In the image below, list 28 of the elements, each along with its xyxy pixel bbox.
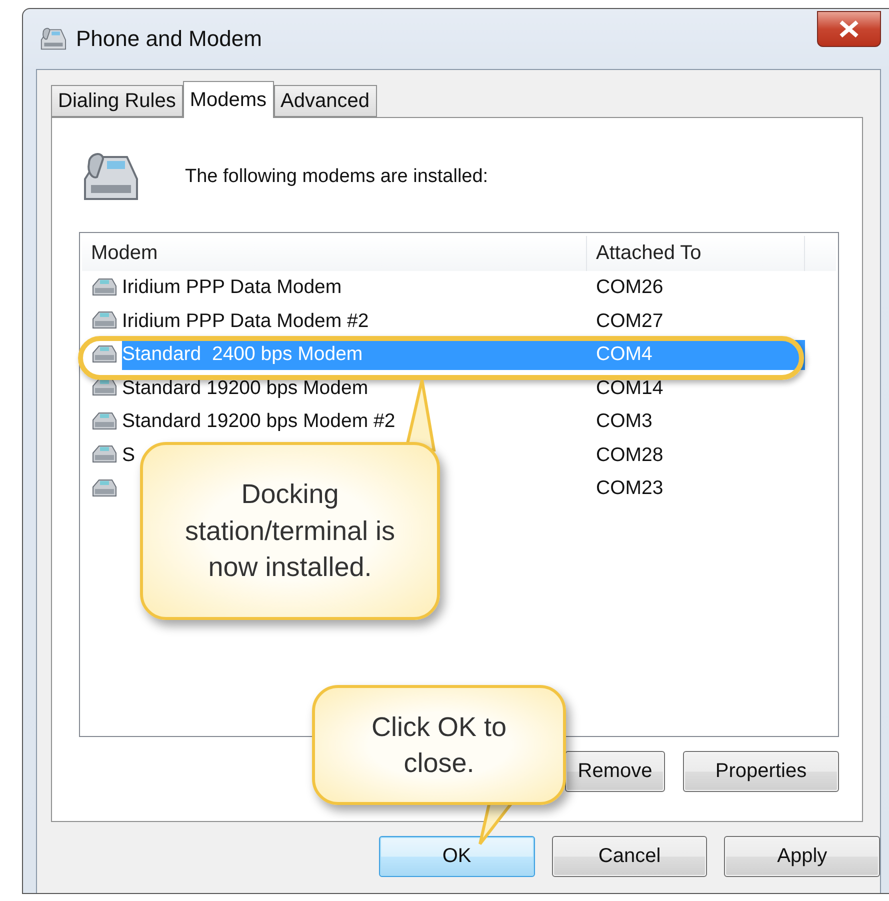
port-cell[interactable]: COM28 [587,440,805,470]
modem-name[interactable]: Iridium PPP Data Modem #2 [122,306,369,336]
list-button[interactable]: Remove [565,751,665,792]
dialog-button[interactable]: Cancel [552,836,708,877]
modem-name[interactable]: Standard 19200 bps Modem [122,373,368,404]
dialog-button[interactable]: Apply [724,836,880,877]
port-cell[interactable]: COM26 [587,272,805,303]
port-cell[interactable]: COM23 [587,474,805,504]
callout-bubble: Click OK to close. [312,685,566,805]
modem-name[interactable]: Iridium PPP Data Modem [122,272,342,303]
tab[interactable]: Advanced [274,85,377,117]
modem-name[interactable]: Standard 19200 bps Modem #2 [122,406,396,437]
port-cell[interactable]: COM27 [587,306,805,336]
phone-icon [38,26,68,52]
dialog-button[interactable]: OK [379,836,535,877]
list-button[interactable]: Properties [683,751,839,792]
close-icon [838,20,860,38]
close-button[interactable] [817,11,881,47]
port-cell[interactable]: COM3 [587,406,805,437]
tab[interactable]: Modems [182,81,274,118]
callout-bubble: Docking station/terminal is now installed. [140,442,440,620]
modem-name[interactable]: S [122,440,136,470]
column-header[interactable]: Modem [82,236,587,271]
window-title: Phone and Modem [76,26,262,52]
tab[interactable]: Dialing Rules [51,85,183,117]
port-cell[interactable]: COM14 [587,373,805,404]
column-header[interactable]: Attached To [587,236,805,271]
intro-text: The following modems are installed: [185,166,488,188]
